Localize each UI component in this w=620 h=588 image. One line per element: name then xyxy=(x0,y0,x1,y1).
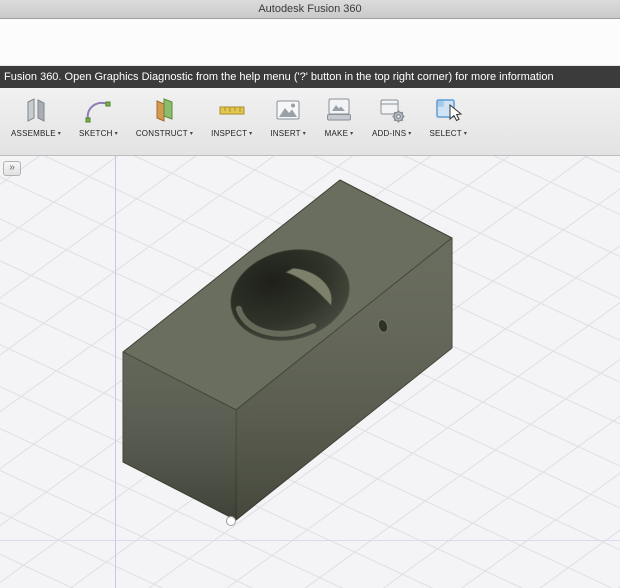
chevron-down-icon: ▾ xyxy=(189,131,194,137)
toolbar-item-add-ins[interactable]: ADD-INS ▾ xyxy=(363,95,421,138)
title-bar[interactable]: Autodesk Fusion 360 xyxy=(0,0,620,19)
toolbar-item-label: INSPECT xyxy=(211,129,248,138)
toolbar-item-inspect[interactable]: INSPECT ▾ xyxy=(202,95,261,138)
chevron-down-icon: ▾ xyxy=(114,131,118,137)
toolbar-item-label: CONSTRUCT xyxy=(135,129,188,138)
make-icon xyxy=(324,95,354,125)
chevron-down-icon: ▾ xyxy=(463,131,468,137)
application-strip xyxy=(0,19,620,66)
toolbar-item-label: ASSEMBLE xyxy=(11,129,56,138)
viewport-canvas[interactable] xyxy=(0,156,620,588)
app-window: Autodesk Fusion 360 Fusion 360. Open Gra… xyxy=(0,0,620,588)
toolbar-item-label: MAKE xyxy=(324,129,349,138)
add-ins-icon xyxy=(377,95,407,125)
browser-toggle-button[interactable]: » xyxy=(3,161,21,176)
chevron-down-icon: ▾ xyxy=(350,131,354,137)
model-viewport[interactable]: » xyxy=(0,156,620,588)
toolbar-item-sketch[interactable]: SKETCH ▾ xyxy=(70,95,127,138)
construct-icon xyxy=(149,95,179,125)
toolbar-item-assemble[interactable]: ASSEMBLE ▾ xyxy=(2,95,70,138)
chevron-down-icon: ▾ xyxy=(249,131,253,137)
main-toolbar: ASSEMBLE ▾ SKETCH ▾ CONSTRUCT ▾ INSPECT ▾ IN xyxy=(0,88,620,156)
chevron-down-icon: ▾ xyxy=(408,131,412,137)
sketch-icon xyxy=(83,95,113,125)
chevron-down-icon: ▾ xyxy=(57,131,61,137)
assemble-icon xyxy=(21,95,51,125)
toolbar-item-make[interactable]: MAKE ▾ xyxy=(315,95,363,138)
inspect-icon xyxy=(217,95,247,125)
notice-message: Fusion 360. Open Graphics Diagnostic fro… xyxy=(4,71,554,83)
chevron-down-icon: ▾ xyxy=(302,131,306,137)
toolbar-item-construct[interactable]: CONSTRUCT ▾ xyxy=(127,95,202,138)
insert-icon xyxy=(273,95,303,125)
toolbar-item-label: ADD-INS xyxy=(372,129,407,138)
notice-bar: Fusion 360. Open Graphics Diagnostic fro… xyxy=(0,66,620,88)
toolbar-item-select[interactable]: SELECT ▾ xyxy=(421,95,477,138)
toolbar-item-insert[interactable]: INSERT ▾ xyxy=(261,95,315,138)
double-chevron-right-icon: » xyxy=(9,162,15,173)
window-title: Autodesk Fusion 360 xyxy=(258,3,362,15)
select-icon xyxy=(433,95,463,125)
vertex-marker[interactable] xyxy=(226,516,236,526)
toolbar-item-label: INSERT xyxy=(270,129,301,138)
toolbar-item-label: SKETCH xyxy=(78,129,113,138)
toolbar-item-label: SELECT xyxy=(429,129,462,138)
